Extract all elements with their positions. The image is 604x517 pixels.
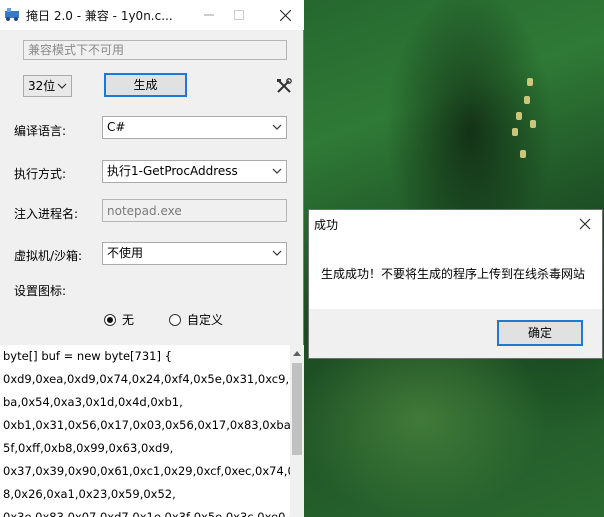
code-line: 5f,0xff,0xb8,0x99,0x63,0xd9, <box>3 441 174 455</box>
minimize-icon <box>204 14 214 16</box>
scrollbar-thumb[interactable] <box>292 363 302 455</box>
arch-select[interactable]: 32位 <box>23 75 72 97</box>
code-line: byte[] buf = new byte[731] { <box>3 349 172 363</box>
window-title: 掩日 2.0 - 兼容 - 1y0n.c... <box>26 9 173 23</box>
inject-process-input[interactable]: notepad.exe <box>102 199 287 222</box>
main-window: 掩日 2.0 - 兼容 - 1y0n.c... 兼容模式下不可用 32位 生成 … <box>0 0 304 517</box>
code-scrollbar[interactable] <box>290 345 304 517</box>
language-label: 编译语言: <box>14 124 67 138</box>
dialog-message: 生成成功！不要将生成的程序上传到在线杀毒网站 <box>321 267 586 281</box>
language-select[interactable]: C# <box>102 116 287 139</box>
radio-unselected-icon <box>169 313 181 326</box>
vm-sandbox-select[interactable]: 不使用 <box>102 242 287 265</box>
code-line: 0x37,0x39,0x90,0x61,0xc1,0x29,0xcf,0xec,… <box>3 464 290 478</box>
generate-button[interactable]: 生成 <box>104 73 187 97</box>
compat-mode-notice: 兼容模式下不可用 <box>23 40 287 60</box>
shellcode-output[interactable]: byte[] buf = new byte[731] { 0xd9,0xea,0… <box>0 345 290 517</box>
icon-option-none-label: 无 <box>122 313 135 327</box>
background-highlight <box>527 78 533 86</box>
icon-setting-label: 设置图标: <box>14 284 67 298</box>
radio-selected-icon <box>104 313 116 326</box>
close-icon <box>279 9 291 21</box>
chevron-down-icon <box>272 168 282 174</box>
scroll-up-icon[interactable] <box>292 349 302 357</box>
inject-process-label: 注入进程名: <box>14 207 79 221</box>
title-bar: 掩日 2.0 - 兼容 - 1y0n.c... <box>0 0 304 30</box>
icon-option-none[interactable]: 无 <box>104 311 134 328</box>
dialog-footer: 确定 <box>309 309 602 358</box>
maximize-icon <box>234 10 244 20</box>
close-button[interactable] <box>268 0 302 30</box>
chevron-down-icon <box>272 124 282 130</box>
language-select-value: C# <box>107 120 126 134</box>
background-highlight <box>524 96 530 104</box>
exec-method-select-value: 执行1-GetProcAddress <box>107 164 238 178</box>
ok-button[interactable]: 确定 <box>497 320 583 346</box>
minimize-button[interactable] <box>192 0 226 30</box>
tools-icon[interactable] <box>276 78 292 94</box>
code-line: 0xb1,0x31,0x56,0x17,0x03,0x56,0x17,0x83,… <box>3 418 290 432</box>
background-highlight <box>530 120 536 128</box>
vm-sandbox-select-value: 不使用 <box>107 246 144 260</box>
dialog-title: 成功 <box>314 218 339 232</box>
maximize-button[interactable] <box>222 0 256 30</box>
arch-select-value: 32位 <box>28 79 56 93</box>
code-line: 0xd9,0xea,0xd9,0x74,0x24,0xf4,0x5e,0x31,… <box>3 372 290 386</box>
background-highlight <box>512 128 518 136</box>
code-line: ba,0x54,0xa3,0x1d,0x4d,0xb1, <box>3 395 183 409</box>
icon-option-custom[interactable]: 自定义 <box>169 311 223 328</box>
exec-method-label: 执行方式: <box>14 167 67 181</box>
code-line: 8,0x26,0xa1,0x23,0x59,0x52, <box>3 487 176 501</box>
icon-option-custom-label: 自定义 <box>187 313 224 327</box>
background-highlight <box>516 112 522 120</box>
chevron-down-icon <box>57 83 67 89</box>
success-dialog: 成功 生成成功！不要将生成的程序上传到在线杀毒网站 确定 <box>308 209 603 359</box>
code-line: 0x3e,0x83,0x07,0xd7,0x1e,0x3f,0x5e,0x3c,… <box>3 510 290 517</box>
exec-method-select[interactable]: 执行1-GetProcAddress <box>102 160 287 183</box>
background-highlight <box>520 150 526 158</box>
chevron-down-icon <box>272 250 282 256</box>
vm-sandbox-label: 虚拟机/沙箱: <box>14 249 83 263</box>
close-icon[interactable] <box>575 214 595 234</box>
app-icon <box>5 8 19 21</box>
